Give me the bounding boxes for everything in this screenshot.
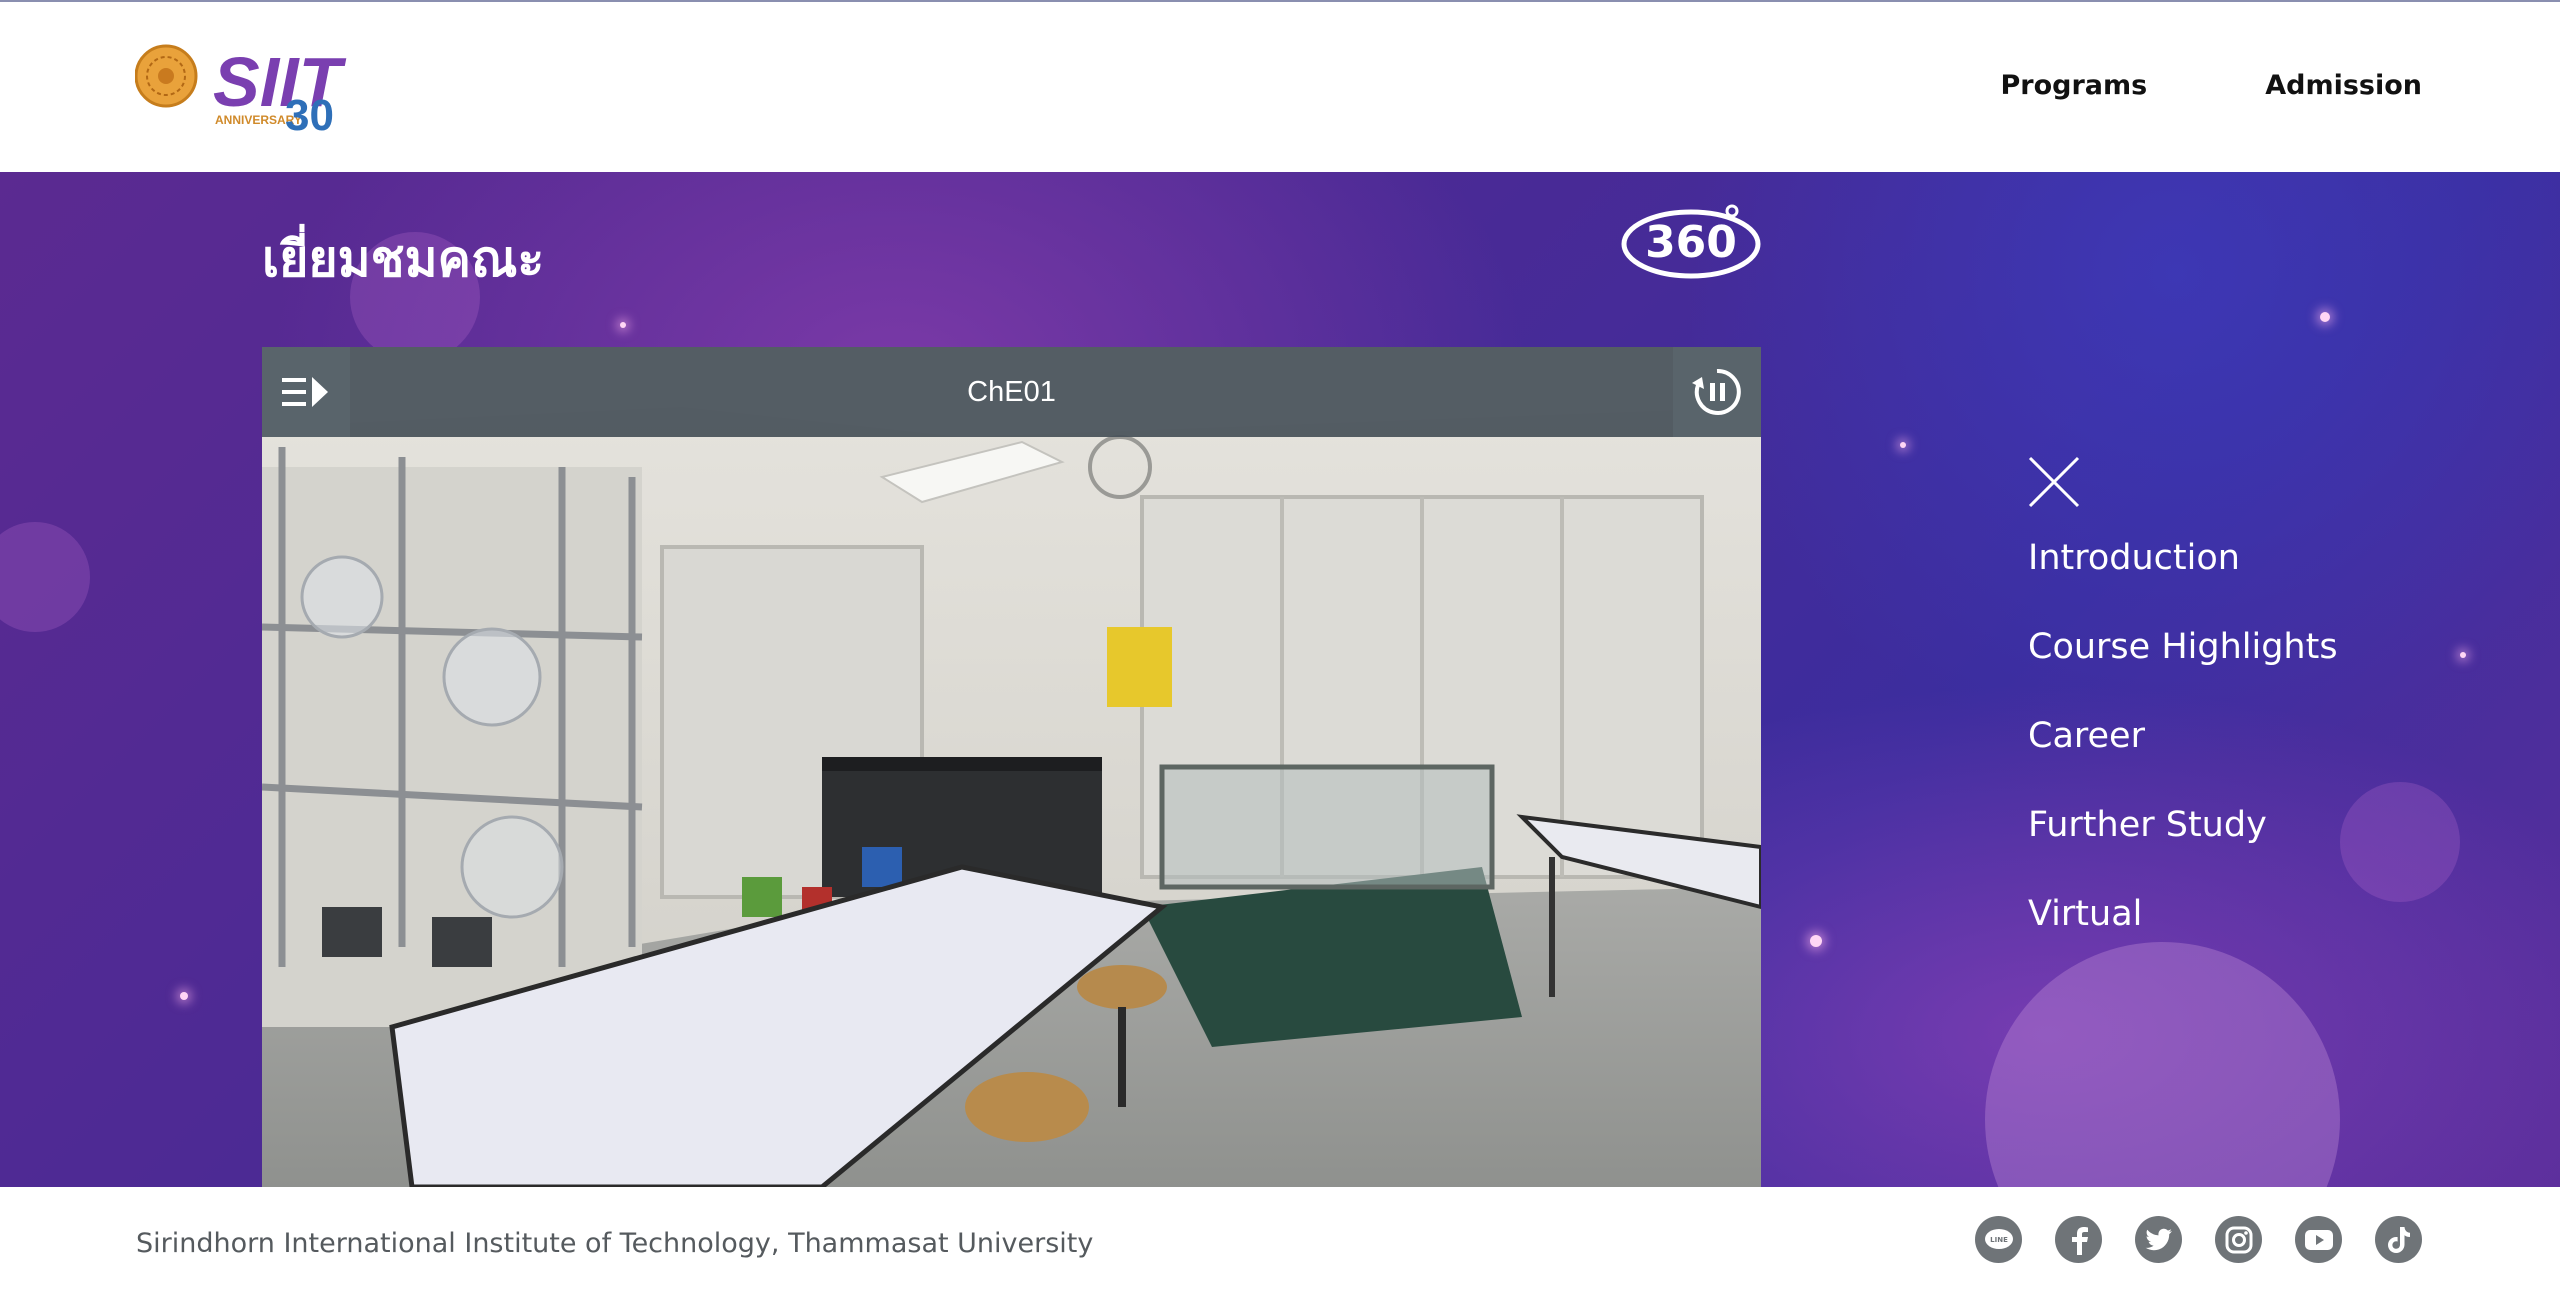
twitter-link[interactable] [2135, 1216, 2182, 1263]
decor-star [1900, 442, 1906, 448]
decor-star [180, 992, 188, 1000]
page-title: เยี่ยมชมคณะ [262, 230, 545, 288]
svg-text:30: 30 [285, 91, 334, 135]
side-menu: Introduction Course Highlights Career Fu… [2028, 456, 2338, 981]
decor-bubble [0, 522, 90, 632]
menu-item-virtual[interactable]: Virtual [2028, 892, 2338, 981]
line-link[interactable]: LINE [1975, 1216, 2022, 1263]
decor-star [2460, 652, 2466, 658]
decor-star [1810, 935, 1822, 947]
social-links: LINE [1975, 1216, 2422, 1263]
panorama-viewer[interactable]: ChE01 [262, 347, 1761, 1187]
decor-star [620, 322, 626, 328]
nav-admission[interactable]: Admission [2265, 70, 2422, 101]
main-nav: Programs Admission [2000, 70, 2422, 101]
menu-item-course-highlights[interactable]: Course Highlights [2028, 625, 2338, 714]
hero-section: เยี่ยมชมคณะ 360 ChE01 Introduction Cours… [0, 172, 2560, 1187]
tiktok-icon [2387, 1226, 2410, 1253]
scene-title: ChE01 [967, 375, 1056, 408]
pause-rotate-icon [1692, 368, 1741, 415]
youtube-icon [2304, 1229, 2333, 1250]
instagram-icon [2225, 1226, 2252, 1253]
close-icon[interactable] [2028, 456, 2080, 508]
menu-item-career[interactable]: Career [2028, 714, 2338, 803]
decor-bubble [2340, 782, 2460, 902]
svg-text:360: 360 [1645, 217, 1737, 268]
autorotate-pause-button[interactable] [1673, 347, 1761, 437]
nav-programs[interactable]: Programs [2000, 70, 2147, 101]
instagram-link[interactable] [2215, 1216, 2262, 1263]
decor-star [2320, 312, 2330, 322]
svg-text:LINE: LINE [1990, 1236, 2008, 1244]
viewer-toolbar: ChE01 [262, 347, 1761, 437]
360-badge-icon: 360 [1621, 204, 1761, 279]
line-icon: LINE [1984, 1228, 2013, 1249]
lab-panorama-image[interactable] [262, 347, 1761, 1187]
menu-item-introduction[interactable]: Introduction [2028, 536, 2338, 625]
facebook-icon [2071, 1226, 2088, 1255]
twitter-icon [2145, 1228, 2172, 1250]
siit-logo[interactable]: SIIT ANNIVERSARY 30 [135, 40, 365, 135]
facebook-link[interactable] [2055, 1216, 2102, 1263]
tiktok-link[interactable] [2375, 1216, 2422, 1263]
scene-list-button[interactable] [262, 347, 350, 437]
site-header: SIIT ANNIVERSARY 30 Programs Admission [0, 0, 2560, 172]
site-footer: Sirindhorn International Institute of Te… [0, 1187, 2560, 1302]
playlist-menu-icon [282, 377, 328, 407]
youtube-link[interactable] [2295, 1216, 2342, 1263]
footer-institution-text: Sirindhorn International Institute of Te… [136, 1228, 1094, 1259]
menu-item-further-study[interactable]: Further Study [2028, 803, 2338, 892]
